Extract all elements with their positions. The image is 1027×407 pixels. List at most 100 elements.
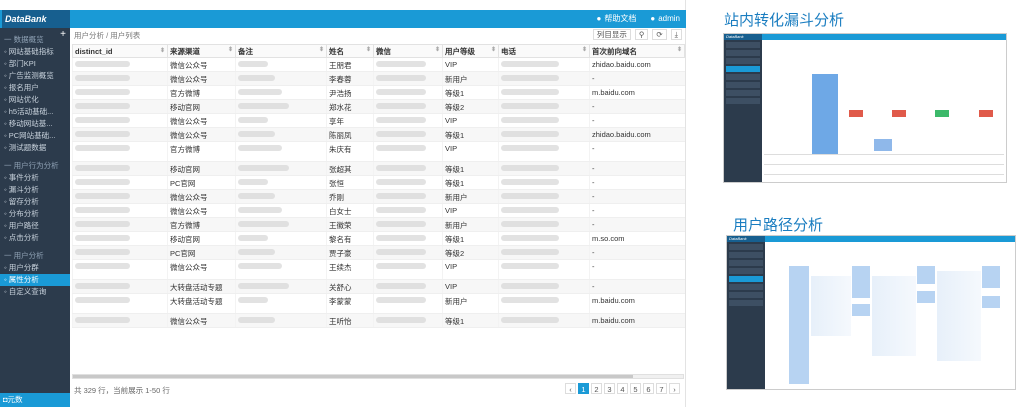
redacted-value xyxy=(501,165,559,171)
sidebar-item[interactable]: ◦ 用户分群 xyxy=(0,262,70,274)
page-button[interactable]: 4 xyxy=(617,383,628,394)
table-row[interactable]: 大转盘活动专题 李蒙蒙 新用户 m.baidu.com xyxy=(72,293,685,314)
redacted-value xyxy=(376,75,426,81)
sidebar-item[interactable]: ◦ 网站基础指标 xyxy=(0,46,70,58)
sidebar-item[interactable]: ◦ 分布分析 xyxy=(0,208,70,220)
page-button[interactable]: 2 xyxy=(591,383,602,394)
sidebar-item[interactable]: ◦ 移动网站基... xyxy=(0,118,70,130)
scrollbar-thumb[interactable] xyxy=(73,375,633,378)
sidebar-item[interactable]: ◦ 自定义查询 xyxy=(0,286,70,298)
sort-icon[interactable]: ⬍ xyxy=(319,46,324,53)
column-header[interactable]: 首次前向域名 ⬍ xyxy=(589,44,685,58)
sidebar-item-label: 漏斗分析 xyxy=(8,185,39,194)
sort-icon[interactable]: ⬍ xyxy=(366,46,371,53)
column-header[interactable]: 微信 ⬍ xyxy=(373,44,443,58)
sidebar-group-header[interactable]: 一 用户分析 xyxy=(0,250,70,262)
table-cell: - xyxy=(589,141,685,162)
column-header[interactable]: 姓名 ⬍ xyxy=(326,44,374,58)
column-header[interactable]: 用户等级 ⬍ xyxy=(442,44,499,58)
next-page-button[interactable]: › xyxy=(669,383,680,394)
redacted-value xyxy=(376,297,426,303)
table-cell: - xyxy=(589,113,685,128)
column-display-button[interactable]: 列目显示 xyxy=(592,29,631,40)
table-row[interactable]: 微信公众号 王听怡 等级1 m.baidu.com xyxy=(72,313,685,328)
app-logo[interactable]: DataBank xyxy=(2,10,70,28)
table-row[interactable]: 官方微博 朱庆有 VIP - xyxy=(72,141,685,162)
column-header[interactable]: 电话 ⬍ xyxy=(498,44,590,58)
sidebar-item[interactable]: ◦ 部门KPI xyxy=(0,58,70,70)
table-row[interactable]: 官方微博 王徽荣 新用户 - xyxy=(72,217,685,232)
redacted-value xyxy=(75,165,130,171)
redacted-value xyxy=(501,61,559,67)
sidebar-bottom-tab[interactable]: ◘元数 xyxy=(0,393,70,407)
redacted-value xyxy=(238,75,275,81)
sidebar-item[interactable]: ◦ h5活动基础... xyxy=(0,106,70,118)
table-cell xyxy=(72,141,168,162)
table-cell xyxy=(373,113,443,128)
sidebar-item[interactable]: ◦ 报名用户 xyxy=(0,82,70,94)
table-row[interactable]: 微信公众号 王朋君 VIP zhidao.baidu.com xyxy=(72,57,685,72)
add-icon[interactable]: + xyxy=(60,29,66,40)
sidebar-item[interactable]: ◦ 事件分析 xyxy=(0,172,70,184)
table-row[interactable]: 微信公众号 陈丽凤 等级1 zhidao.baidu.com xyxy=(72,127,685,142)
user-filter-icon[interactable]: ⚲ xyxy=(634,29,649,40)
sort-icon[interactable]: ⬍ xyxy=(582,46,587,53)
table-cell xyxy=(72,175,168,190)
redacted-value xyxy=(376,145,426,151)
table-row[interactable]: 移动官网 郑水花 等级2 - xyxy=(72,99,685,114)
table-cell xyxy=(373,57,443,72)
sidebar-item-label: 测试题数据 xyxy=(8,143,47,152)
redacted-value xyxy=(75,193,130,199)
sidebar-item[interactable]: ◦ 留存分析 xyxy=(0,196,70,208)
table-cell: m.baidu.com xyxy=(589,85,685,100)
sort-icon[interactable]: ⬍ xyxy=(677,46,682,53)
refresh-icon[interactable]: ⟳ xyxy=(652,29,667,40)
table-row[interactable]: PC官网 张恒 等级1 - xyxy=(72,175,685,190)
sidebar-item[interactable]: ◦ PC网站基础... xyxy=(0,130,70,142)
table-cell xyxy=(235,189,327,204)
sort-icon[interactable]: ⬍ xyxy=(228,46,233,53)
table-cell: 移动官网 xyxy=(167,231,236,246)
page-button[interactable]: 1 xyxy=(578,383,589,394)
sidebar-group-header[interactable]: 一 用户行为分析 xyxy=(0,160,70,172)
help-link[interactable]: ● 帮助文档 xyxy=(597,10,637,28)
table-row[interactable]: 官方微博 尹浩扬 等级1 m.baidu.com xyxy=(72,85,685,100)
table-cell: - xyxy=(589,245,685,260)
table-row[interactable]: PC官网 贾子豪 等级2 - xyxy=(72,245,685,260)
table-row[interactable]: 移动官网 黎名有 等级1 m.so.com xyxy=(72,231,685,246)
table-row[interactable]: 微信公众号 享年 VIP - xyxy=(72,113,685,128)
table-row[interactable]: 微信公众号 乔刚 新用户 - xyxy=(72,189,685,204)
sidebar-item[interactable]: ◦ 属性分析 xyxy=(0,274,70,286)
column-header[interactable]: distinct_id ⬍ xyxy=(72,44,168,58)
sort-icon[interactable]: ⬍ xyxy=(435,46,440,53)
table-cell: 微信公众号 xyxy=(167,203,236,218)
table-cell: 王朋君 xyxy=(326,57,374,72)
column-header[interactable]: 来源渠道 ⬍ xyxy=(167,44,236,58)
sidebar-item[interactable]: ◦ 点击分析 xyxy=(0,232,70,244)
table-cell xyxy=(373,293,443,314)
user-menu[interactable]: ● admin xyxy=(650,10,680,28)
sidebar-item[interactable]: ◦ 漏斗分析 xyxy=(0,184,70,196)
sidebar-item[interactable]: ◦ 网站优化 xyxy=(0,94,70,106)
app-window: DataBank ● 帮助文档 ● admin 一 数据概览 ◦ 网站基础指标 ◦ 部门… xyxy=(0,0,686,407)
sidebar-item[interactable]: ◦ 广告监测概览 xyxy=(0,70,70,82)
sidebar-item[interactable]: ◦ 用户路径 xyxy=(0,220,70,232)
page-button[interactable]: 5 xyxy=(630,383,641,394)
download-icon[interactable]: ⤓ xyxy=(670,29,682,40)
page-button[interactable]: 3 xyxy=(604,383,615,394)
table-row[interactable]: 微信公众号 王续杰 VIP - xyxy=(72,259,685,280)
table-cell: - xyxy=(589,189,685,204)
table-row[interactable]: 微信公众号 白女士 VIP - xyxy=(72,203,685,218)
page-button[interactable]: 6 xyxy=(643,383,654,394)
sort-icon[interactable]: ⬍ xyxy=(160,47,165,54)
table-row[interactable]: 移动官网 张超其 等级1 - xyxy=(72,161,685,176)
page-button[interactable]: 7 xyxy=(656,383,667,394)
horizontal-scrollbar[interactable] xyxy=(72,374,684,379)
column-header[interactable]: 备注 ⬍ xyxy=(235,44,327,58)
table-row[interactable]: 大转盘活动专题 关舒心 VIP - xyxy=(72,279,685,294)
table-row[interactable]: 微信公众号 李春蓉 新用户 - xyxy=(72,71,685,86)
sort-icon[interactable]: ⬍ xyxy=(491,46,496,53)
prev-page-button[interactable]: ‹ xyxy=(565,383,576,394)
sidebar-item[interactable]: ◦ 测试题数据 xyxy=(0,142,70,154)
redacted-value xyxy=(75,61,130,67)
